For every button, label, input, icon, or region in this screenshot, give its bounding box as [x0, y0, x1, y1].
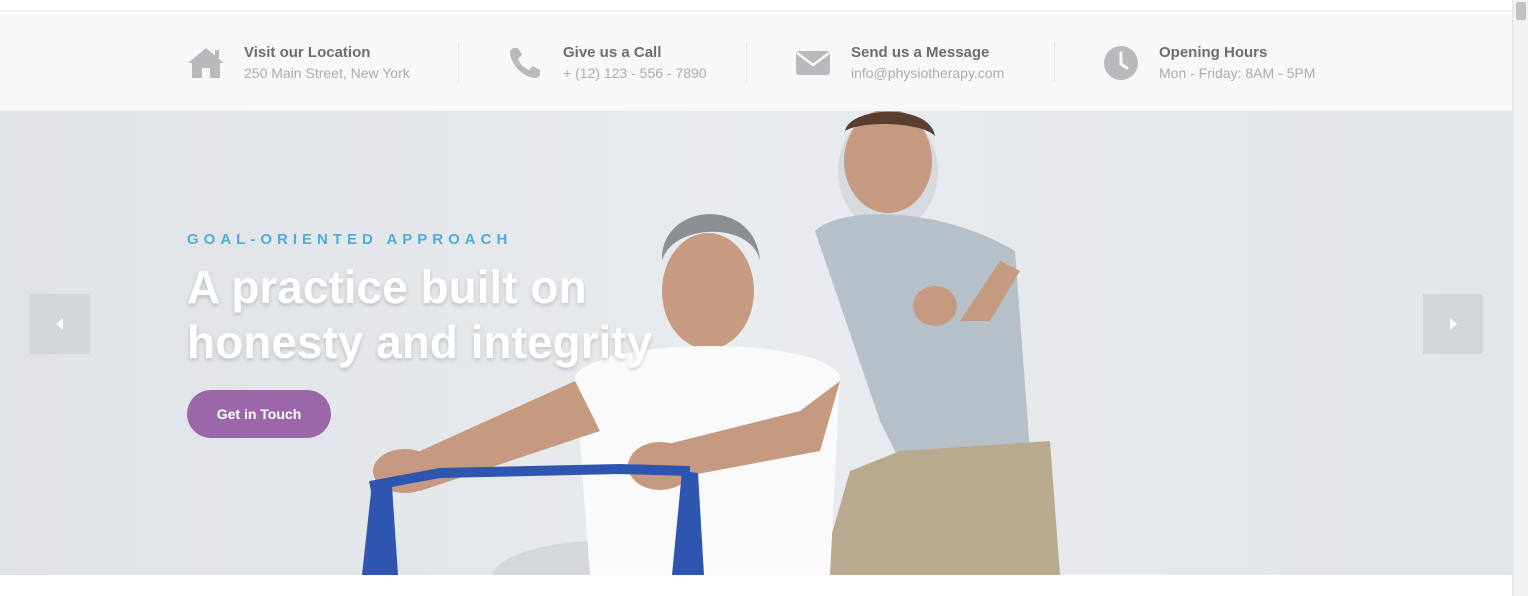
slider-prev-button[interactable] — [30, 294, 90, 354]
caret-left-icon — [56, 318, 63, 330]
home-icon — [186, 43, 226, 83]
get-in-touch-button[interactable]: Get in Touch — [187, 390, 331, 438]
divider — [746, 42, 747, 82]
info-location: Visit our Location 250 Main Street, New … — [186, 14, 410, 111]
info-hours-title: Opening Hours — [1159, 43, 1268, 61]
scrollbar-thumb[interactable] — [1516, 2, 1526, 20]
hero-content: GOAL-ORIENTED APPROACH A practice built … — [187, 231, 747, 438]
slider-next-button[interactable] — [1423, 294, 1483, 354]
hero-eyebrow: GOAL-ORIENTED APPROACH — [187, 231, 513, 248]
info-phone-title: Give us a Call — [563, 43, 662, 61]
envelope-icon — [793, 43, 833, 83]
info-location-value: 250 Main Street, New York — [244, 64, 410, 81]
phone-icon — [505, 43, 545, 83]
hero-headline-line-1: A practice built on — [187, 261, 587, 313]
contact-info-bar: Visit our Location 250 Main Street, New … — [0, 14, 1512, 111]
caret-right-icon — [1450, 318, 1457, 330]
info-hours: Opening Hours Mon - Friday: 8AM - 5PM — [1101, 14, 1315, 111]
clock-icon — [1101, 43, 1141, 83]
info-location-title: Visit our Location — [244, 43, 371, 61]
divider — [1054, 42, 1055, 82]
info-phone-value: + (12) 123 - 556 - 7890 — [563, 64, 707, 81]
top-border — [0, 0, 1512, 12]
vertical-scrollbar[interactable] — [1512, 0, 1528, 596]
hero-headline: A practice built on honesty and integrit… — [187, 260, 747, 370]
hero-headline-line-2: honesty and integrity — [187, 316, 653, 368]
info-phone: Give us a Call + (12) 123 - 556 - 7890 — [505, 14, 707, 111]
info-message-title: Send us a Message — [851, 43, 990, 61]
info-message: Send us a Message info@physiotherapy.com — [793, 14, 1004, 111]
divider — [458, 42, 459, 82]
info-hours-value: Mon - Friday: 8AM - 5PM — [1159, 64, 1316, 81]
info-message-value[interactable]: info@physiotherapy.com — [851, 63, 1004, 83]
page-bottom — [0, 575, 1512, 596]
hero-slider: GOAL-ORIENTED APPROACH A practice built … — [0, 111, 1512, 575]
